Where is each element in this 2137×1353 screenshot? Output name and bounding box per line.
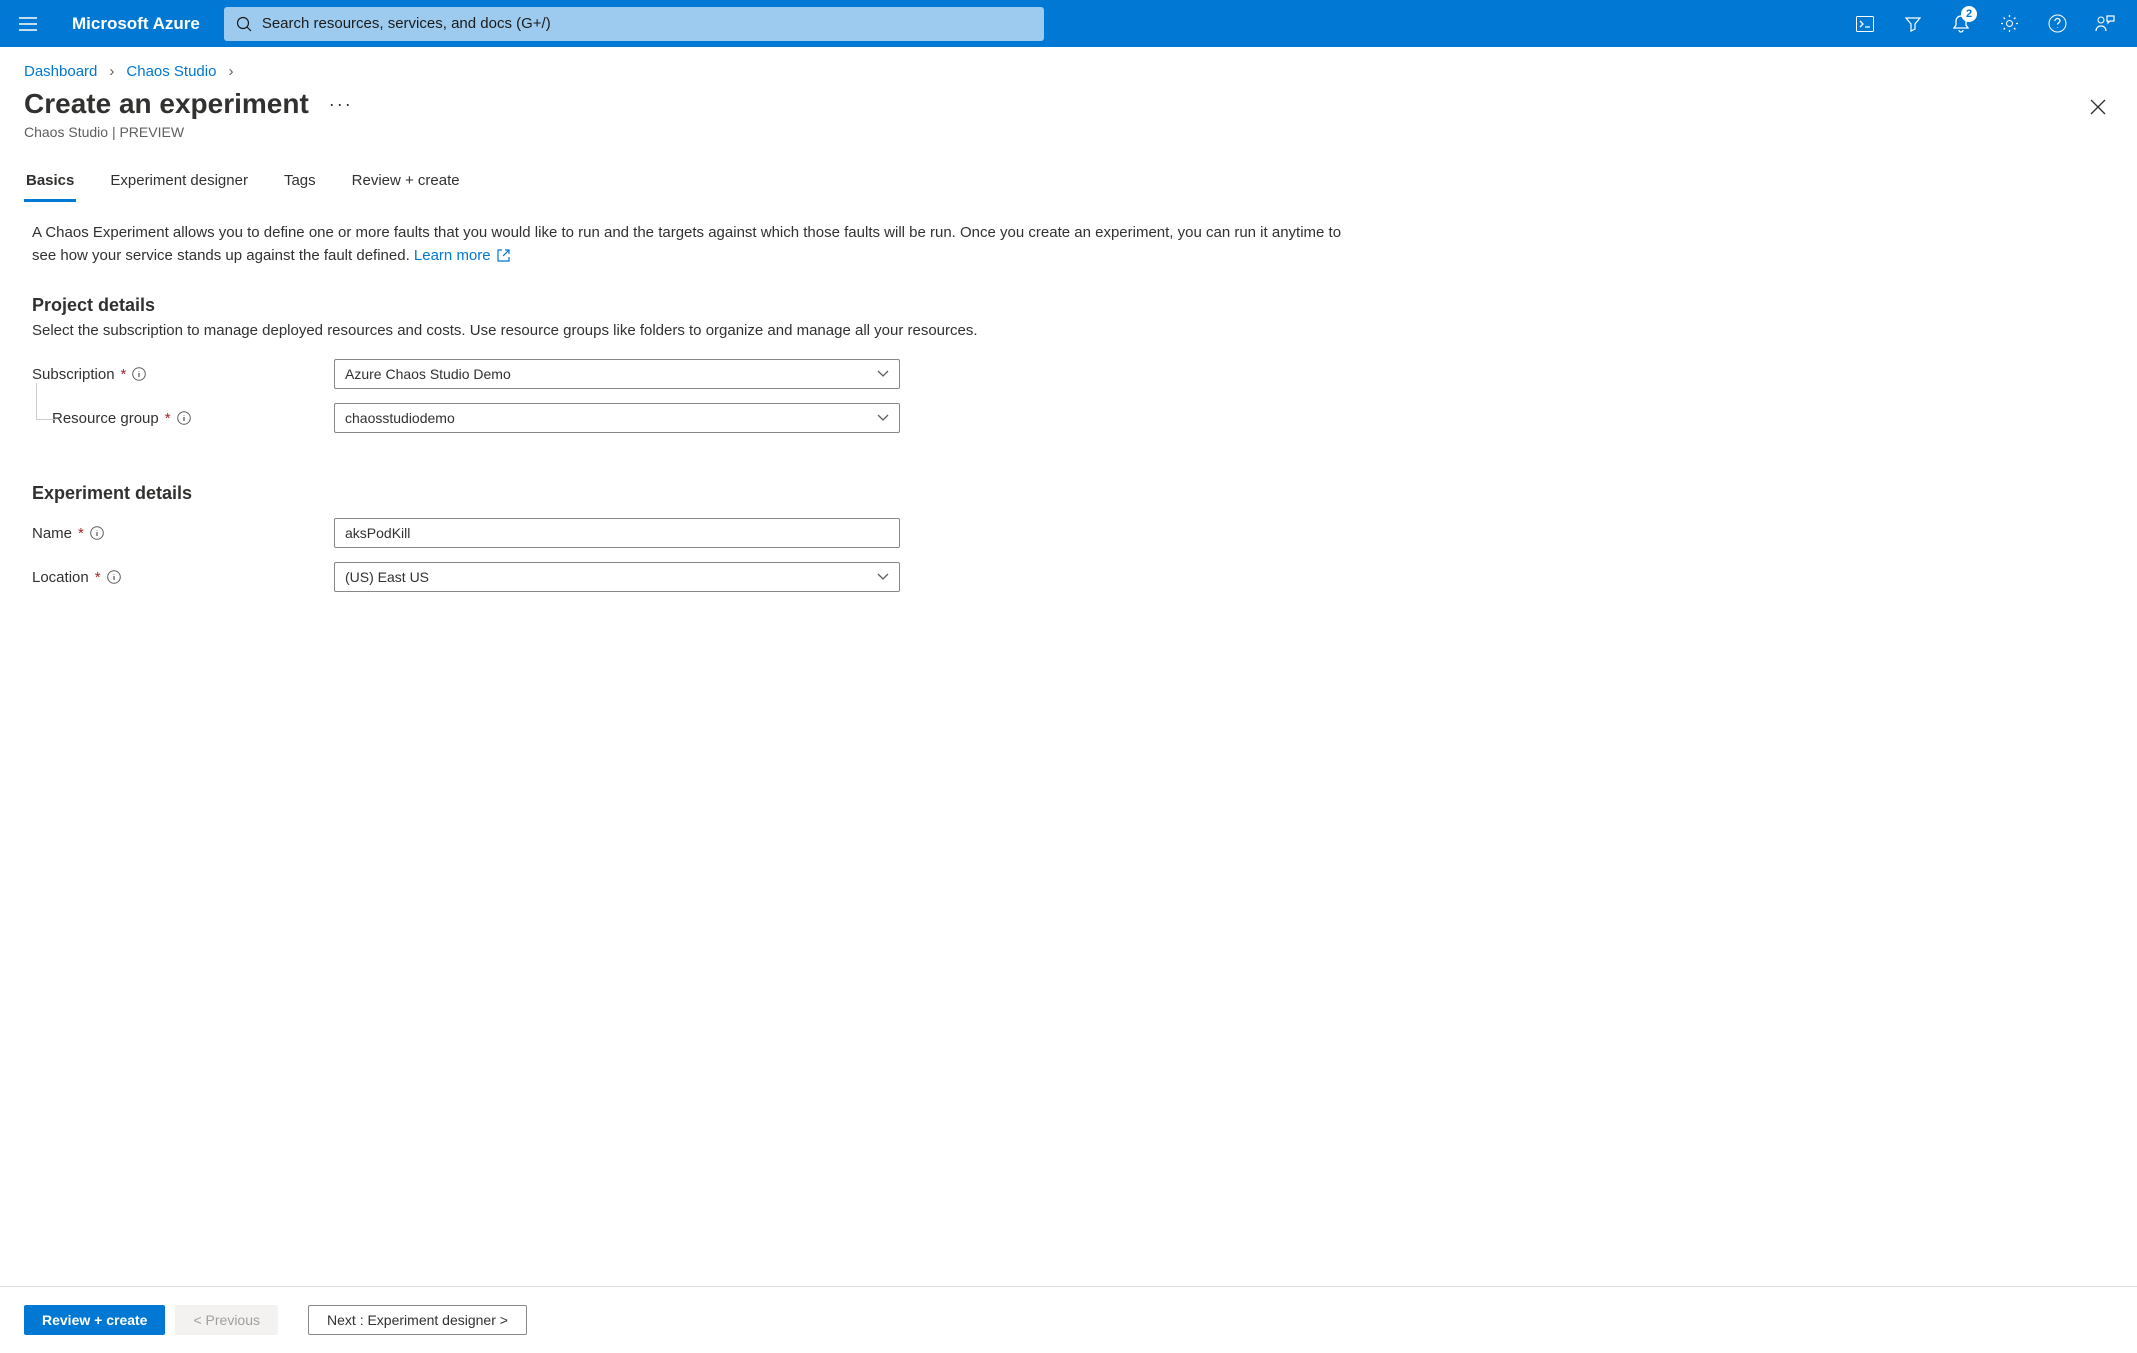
search-input[interactable]: [262, 15, 1033, 32]
chevron-down-icon: [877, 370, 889, 378]
hamburger-menu-button[interactable]: [8, 4, 48, 44]
footer-action-bar: Review + create < Previous Next : Experi…: [0, 1286, 2137, 1353]
notification-badge: 2: [1961, 6, 1977, 22]
intro-body: A Chaos Experiment allows you to define …: [32, 224, 1341, 264]
resource-group-row: Resource group * chaosstudiodemo: [32, 403, 2105, 433]
learn-more-link[interactable]: Learn more: [414, 247, 510, 264]
help-icon: [2048, 14, 2067, 33]
person-feedback-icon: [2095, 15, 2115, 33]
page-subtitle: Chaos Studio | PREVIEW: [24, 124, 2113, 140]
page-title: Create an experiment: [24, 88, 309, 120]
location-value: (US) East US: [345, 569, 429, 585]
close-icon: [2089, 98, 2107, 116]
cloud-shell-button[interactable]: [1841, 4, 1889, 44]
external-link-icon: [497, 249, 510, 262]
notifications-button[interactable]: 2: [1937, 4, 1985, 44]
filter-icon: [1904, 15, 1922, 33]
location-dropdown[interactable]: (US) East US: [334, 562, 900, 592]
chevron-down-icon: [877, 573, 889, 581]
help-button[interactable]: [2033, 4, 2081, 44]
subscription-label: Subscription *: [32, 366, 334, 383]
content-area: A Chaos Experiment allows you to define …: [0, 202, 2137, 630]
directories-button[interactable]: [1889, 4, 1937, 44]
info-icon[interactable]: [177, 411, 191, 425]
resource-group-value: chaosstudiodemo: [345, 410, 455, 426]
subscription-row: Subscription * Azure Chaos Studio Demo: [32, 359, 2105, 389]
project-details-heading: Project details: [32, 295, 2105, 316]
feedback-button[interactable]: [2081, 4, 2129, 44]
page-header: Create an experiment ··· Chaos Studio | …: [0, 88, 2137, 140]
breadcrumb-link-chaos-studio[interactable]: Chaos Studio: [126, 63, 216, 80]
settings-button[interactable]: [1985, 4, 2033, 44]
name-input[interactable]: [334, 518, 900, 548]
info-icon[interactable]: [132, 367, 146, 381]
close-button[interactable]: [2083, 92, 2113, 125]
intro-text: A Chaos Experiment allows you to define …: [32, 222, 1342, 267]
tab-bar: Basics Experiment designer Tags Review +…: [0, 140, 2137, 202]
chevron-down-icon: [877, 414, 889, 422]
location-row: Location * (US) East US: [32, 562, 2105, 592]
tab-review-create[interactable]: Review + create: [350, 164, 462, 202]
tab-experiment-designer[interactable]: Experiment designer: [108, 164, 250, 202]
info-icon[interactable]: [90, 526, 104, 540]
hamburger-icon: [19, 17, 37, 31]
tab-tags[interactable]: Tags: [282, 164, 318, 202]
name-label: Name *: [32, 525, 334, 542]
project-details-desc: Select the subscription to manage deploy…: [32, 322, 2105, 339]
experiment-details-heading: Experiment details: [32, 483, 2105, 504]
name-row: Name *: [32, 518, 2105, 548]
breadcrumb: Dashboard › Chaos Studio ›: [0, 47, 2137, 88]
global-search-box[interactable]: [224, 7, 1045, 41]
chevron-right-icon: ›: [228, 63, 233, 80]
more-options-button[interactable]: ···: [329, 94, 353, 115]
brand-label[interactable]: Microsoft Azure: [72, 14, 200, 34]
previous-button: < Previous: [175, 1305, 278, 1335]
cloud-shell-icon: [1856, 16, 1874, 32]
info-icon[interactable]: [107, 570, 121, 584]
review-create-button[interactable]: Review + create: [24, 1305, 165, 1335]
breadcrumb-link-dashboard[interactable]: Dashboard: [24, 63, 97, 80]
top-nav-bar: Microsoft Azure 2: [0, 0, 2137, 47]
tab-basics[interactable]: Basics: [24, 164, 76, 202]
chevron-right-icon: ›: [109, 63, 114, 80]
subscription-dropdown[interactable]: Azure Chaos Studio Demo: [334, 359, 900, 389]
location-label: Location *: [32, 569, 334, 586]
resource-group-dropdown[interactable]: chaosstudiodemo: [334, 403, 900, 433]
search-icon: [236, 16, 252, 32]
gear-icon: [2000, 14, 2019, 33]
subscription-value: Azure Chaos Studio Demo: [345, 366, 511, 382]
resource-group-label: Resource group *: [52, 410, 334, 427]
next-button[interactable]: Next : Experiment designer >: [308, 1305, 527, 1335]
